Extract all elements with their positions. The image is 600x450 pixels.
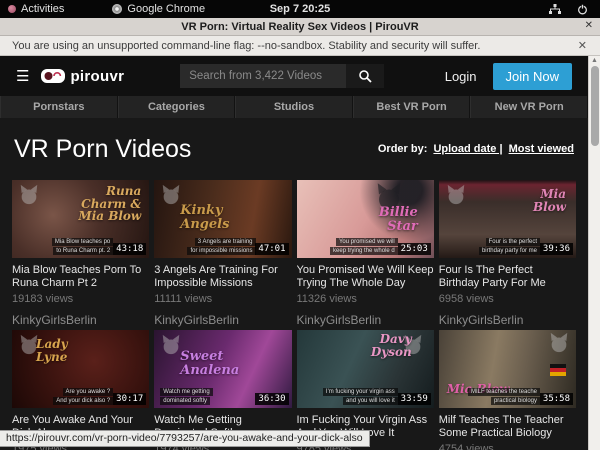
scrollbar[interactable]: ▲: [588, 56, 600, 450]
thumbnail-caption: Watch me getting dominated softly: [160, 387, 212, 405]
scrollbar-up-arrow[interactable]: ▲: [589, 56, 600, 65]
german-flag-icon: [550, 364, 566, 376]
window-title: VR Porn: Virtual Reality Sex Videos | Pi…: [181, 21, 418, 33]
hamburger-menu-icon[interactable]: ☰: [16, 69, 29, 84]
nav-item-new-vr-porn[interactable]: New VR Porn: [470, 96, 588, 118]
video-studio-link[interactable]: KinkyGirlsBerlin: [154, 313, 291, 327]
window-title-bar: VR Porn: Virtual Reality Sex Videos | Pi…: [0, 18, 600, 36]
network-icon[interactable]: [549, 4, 561, 15]
thumbnail-caption: Are you awake ? And your dick also ?: [53, 387, 113, 405]
thumbnail-overlay-title: Davy Dyson: [371, 333, 412, 358]
nav-item-best-vr-porn[interactable]: Best VR Porn: [353, 96, 471, 118]
video-studio-link[interactable]: KinkyGirlsBerlin: [297, 313, 434, 327]
power-icon[interactable]: [577, 4, 588, 15]
site-header: ☰ pirouvr: [0, 56, 588, 96]
duration-badge: 25:03: [398, 243, 431, 255]
cat-mask-logo-icon: [18, 184, 40, 206]
duration-badge: 35:58: [540, 393, 573, 405]
thumbnail-overlay-title: Runa Charm & Mia Blow: [78, 185, 141, 223]
nav-item-studios[interactable]: Studios: [235, 96, 353, 118]
order-upload-date-link[interactable]: Upload date |: [433, 143, 502, 155]
page-head: VR Porn Videos Order by: Upload date | M…: [0, 118, 588, 180]
nav-item-categories[interactable]: Categories: [118, 96, 236, 118]
video-title[interactable]: You Promised We Will Keep Trying The Who…: [297, 264, 434, 290]
search-icon: [358, 69, 372, 83]
infobar-message: You are using an unsupported command-lin…: [12, 40, 480, 52]
thumbnail-overlay-title: Sweet Analena: [180, 350, 239, 377]
order-by-label: Order by:: [378, 143, 428, 155]
join-now-button[interactable]: Join Now: [493, 63, 572, 90]
video-studio-link[interactable]: KinkyGirlsBerlin: [439, 313, 576, 327]
chrome-infobar: You are using an unsupported command-lin…: [0, 36, 600, 56]
thumbnail-caption: Mia Blow teaches po to Runa Charm pt. 2: [52, 237, 113, 255]
vr-goggles-icon: [41, 69, 65, 83]
video-views: 6958 views: [439, 293, 576, 305]
thumbnail-overlay-title: Lady Lyne: [36, 338, 68, 363]
cat-mask-logo-icon: [160, 334, 182, 356]
browser-viewport: ☰ pirouvr: [0, 56, 600, 450]
cat-mask-logo-icon: [445, 184, 467, 206]
thumbnail-caption: 3 Angels are training for impossible mis…: [187, 237, 255, 255]
thumbnail-overlay-title: Billie Star: [379, 206, 418, 233]
scrollbar-thumb[interactable]: [591, 66, 599, 146]
video-grid: Runa Charm & Mia Blow Mia Blow teaches p…: [0, 180, 588, 450]
video-title[interactable]: Four Is The Perfect Birthday Party For M…: [439, 264, 576, 290]
video-thumbnail[interactable]: Lady Lyne Are you awake ? And your dick …: [12, 330, 149, 408]
video-views: 19183 views: [12, 293, 149, 305]
status-url-tooltip: https://pirouvr.com/vr-porn-video/779325…: [0, 430, 370, 447]
thumbnail-caption: You promised we will keep trying the who…: [330, 237, 398, 255]
video-views: 11326 views: [297, 293, 434, 305]
duration-badge: 39:36: [540, 243, 573, 255]
video-card[interactable]: Billie Star You promised we will keep tr…: [297, 180, 434, 330]
video-card[interactable]: Mia Blow Four is the perfect birthday pa…: [439, 180, 576, 330]
video-studio-link[interactable]: KinkyGirlsBerlin: [12, 313, 149, 327]
search-button[interactable]: [346, 64, 384, 88]
duration-badge: 33:59: [398, 393, 431, 405]
video-title[interactable]: Mia Blow Teaches Porn To Runa Charm Pt 2: [12, 264, 149, 290]
thumbnail-overlay-title: Kinky Angels: [180, 204, 229, 231]
page-title: VR Porn Videos: [14, 135, 191, 164]
window-close-icon[interactable]: ✕: [585, 20, 593, 31]
video-thumbnail[interactable]: Billie Star You promised we will keep tr…: [297, 180, 434, 258]
clock[interactable]: Sep 7 20:25: [0, 3, 600, 15]
logo-text: pirouvr: [70, 68, 124, 85]
video-thumbnail[interactable]: Runa Charm & Mia Blow Mia Blow teaches p…: [12, 180, 149, 258]
video-card[interactable]: Kinky Angels 3 Angels are training for i…: [154, 180, 291, 330]
thumbnail-caption: I'm fucking your virgin ass and you will…: [323, 387, 398, 405]
thumbnail-caption: Four is the perfect birthday party for m…: [479, 237, 540, 255]
duration-badge: 47:01: [255, 243, 288, 255]
main-nav: Pornstars Categories Studios Best VR Por…: [0, 96, 588, 118]
screen: Activities Google Chrome Sep 7 20:25 VR …: [0, 0, 600, 450]
order-by: Order by: Upload date | Most viewed: [378, 143, 574, 155]
order-most-viewed-link[interactable]: Most viewed: [509, 143, 574, 155]
search-input[interactable]: [180, 64, 346, 88]
duration-badge: 43:18: [113, 243, 146, 255]
login-link[interactable]: Login: [445, 69, 477, 84]
duration-badge: 30:17: [113, 393, 146, 405]
video-thumbnail[interactable]: Davy Dyson I'm fucking your virgin ass a…: [297, 330, 434, 408]
video-views: 11111 views: [154, 293, 291, 305]
video-title[interactable]: 3 Angels Are Training For Impossible Mis…: [154, 264, 291, 290]
nav-item-pornstars[interactable]: Pornstars: [0, 96, 118, 118]
cat-mask-logo-icon: [548, 332, 570, 354]
video-views: 4754 views: [439, 443, 576, 450]
video-title[interactable]: Milf Teaches The Teacher Some Practical …: [439, 414, 576, 440]
webpage: ☰ pirouvr: [0, 56, 588, 450]
search-bar: [180, 64, 384, 88]
system-bar: Activities Google Chrome Sep 7 20:25: [0, 0, 600, 18]
video-card[interactable]: Mia Blow MILF teaches the teache practic…: [439, 330, 576, 450]
infobar-close-icon[interactable]: ✕: [578, 39, 587, 52]
duration-badge: 36:30: [255, 393, 288, 405]
site-logo[interactable]: pirouvr: [41, 68, 124, 85]
video-thumbnail[interactable]: Mia Blow MILF teaches the teache practic…: [439, 330, 576, 408]
video-thumbnail[interactable]: Sweet Analena Watch me getting dominated…: [154, 330, 291, 408]
video-thumbnail[interactable]: Kinky Angels 3 Angels are training for i…: [154, 180, 291, 258]
video-thumbnail[interactable]: Mia Blow Four is the perfect birthday pa…: [439, 180, 576, 258]
thumbnail-overlay-title: Mia Blow: [533, 188, 566, 213]
video-card[interactable]: Runa Charm & Mia Blow Mia Blow teaches p…: [12, 180, 149, 330]
thumbnail-caption: MILF teaches the teache practical biolog…: [468, 387, 540, 405]
cat-mask-logo-icon: [160, 184, 182, 206]
